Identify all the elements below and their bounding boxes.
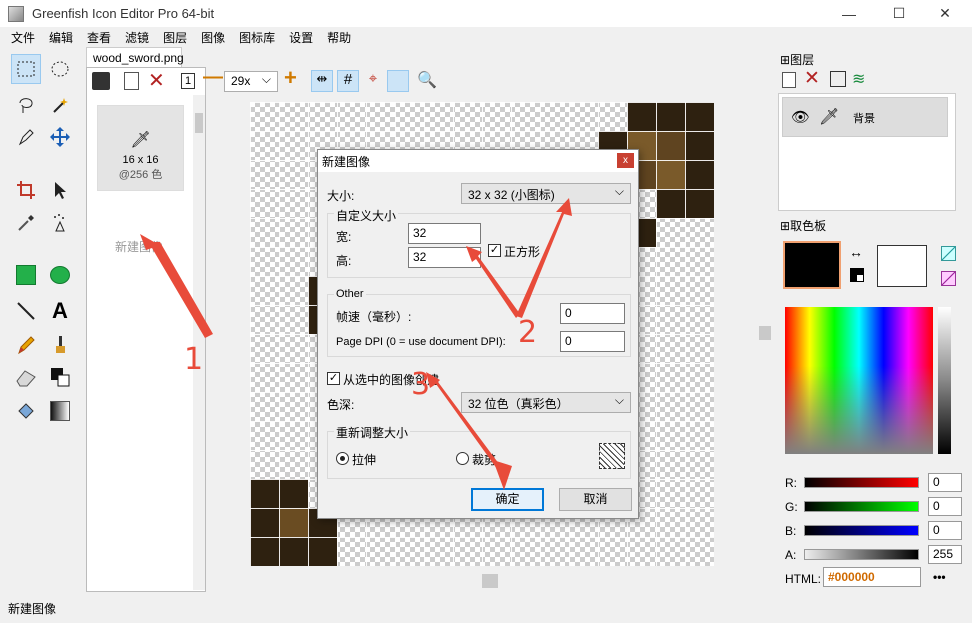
annotation-number-2: 2 — [518, 315, 538, 350]
annotation-number-3: 3 — [411, 367, 431, 402]
annotation-arrows — [140, 198, 572, 490]
annotation-number-1: 1 — [184, 342, 204, 377]
